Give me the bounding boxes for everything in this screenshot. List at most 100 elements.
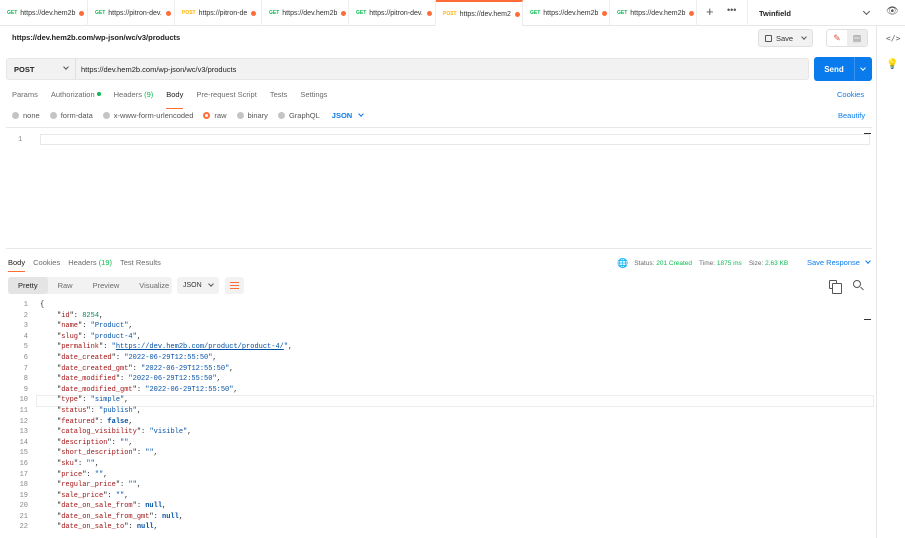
- edit-pencil-icon[interactable]: ✎: [827, 30, 847, 46]
- json-key: name: [61, 322, 79, 331]
- line-number: 19: [19, 491, 28, 500]
- wrap-lines-button[interactable]: [225, 277, 244, 294]
- send-button[interactable]: Send: [814, 57, 872, 81]
- tab-settings[interactable]: Settings: [300, 90, 327, 104]
- tab-prerequest-script[interactable]: Pre-request Script: [196, 90, 256, 104]
- json-link[interactable]: https://dev.hem2b.com/product/product-4/: [116, 343, 284, 351]
- json-value: 2022-06-29T12:55:50: [145, 364, 226, 373]
- more-tabs-icon[interactable]: •••: [727, 5, 736, 15]
- size-value[interactable]: 2.63 KB: [765, 260, 788, 267]
- tab-test-results[interactable]: Test Results: [120, 258, 161, 267]
- line-number: 8: [23, 375, 28, 384]
- size-label: Size:: [748, 260, 764, 267]
- copy-icon[interactable]: [829, 280, 842, 294]
- tab-label: https://pitron-de: [198, 9, 248, 17]
- request-body-editor[interactable]: 1: [6, 127, 872, 249]
- eye-icon[interactable]: 👁: [886, 6, 899, 17]
- url-input[interactable]: [81, 59, 801, 79]
- radio-icon: [102, 112, 110, 119]
- search-icon[interactable]: [853, 280, 861, 288]
- globe-icon[interactable]: 🌐: [617, 258, 628, 269]
- tab-method: GET: [356, 10, 367, 16]
- view-preview[interactable]: Preview: [83, 277, 130, 294]
- mode-toggle: ✎ ▤: [826, 29, 868, 47]
- status-value[interactable]: 201 Created: [656, 260, 692, 267]
- tab-label: https://dev.hem2b: [543, 9, 599, 17]
- scrollbar-marker[interactable]: [864, 319, 871, 320]
- tab-headers[interactable]: Headers (9): [114, 90, 154, 104]
- line-number: 7: [23, 364, 28, 373]
- view-raw[interactable]: Raw: [48, 277, 83, 294]
- code-line: 20 "date_on_sale_from": null,: [0, 501, 872, 512]
- request-tab[interactable]: GET https://dev.hem2b: [0, 0, 88, 26]
- comment-icon[interactable]: ▤: [847, 30, 867, 46]
- body-type-none[interactable]: none: [12, 111, 40, 120]
- json-key: id: [61, 311, 70, 320]
- request-tab[interactable]: GET https://dev.hem2b: [610, 0, 697, 26]
- tab-response-cookies[interactable]: Cookies: [33, 258, 60, 267]
- request-tab[interactable]: GET https://pitron-dev.: [349, 0, 436, 26]
- line-number: 14: [19, 438, 28, 447]
- code-snippet-icon[interactable]: </>: [886, 34, 900, 43]
- tab-response-headers[interactable]: Headers (19): [68, 258, 112, 267]
- tab-label: https://pitron-dev.: [369, 9, 423, 17]
- body-type-raw[interactable]: raw: [203, 111, 227, 120]
- body-type-urlencoded[interactable]: x-www-form-urlencoded: [102, 111, 193, 120]
- tab-label: https://pitron-dev.: [108, 9, 162, 17]
- code-line: 17 "price": "",: [0, 470, 872, 481]
- scrollbar-marker[interactable]: [864, 133, 871, 134]
- unsaved-dot-icon: [165, 10, 171, 16]
- request-tab[interactable]: POST https://pitron-de: [175, 0, 262, 26]
- time-value[interactable]: 1875 ms: [717, 260, 742, 267]
- request-tab[interactable]: GET https://pitron-dev.: [88, 0, 175, 26]
- tab-body[interactable]: Body: [166, 90, 184, 109]
- body-type-form-data[interactable]: form-data: [49, 111, 93, 120]
- unsaved-dot-icon: [689, 10, 695, 16]
- response-headers-count: (19): [98, 258, 113, 267]
- tab-response-body[interactable]: Body: [8, 258, 26, 272]
- method-select[interactable]: POST: [7, 59, 76, 79]
- response-format-select[interactable]: JSON: [177, 277, 219, 294]
- json-key: status: [61, 406, 87, 415]
- code-line: 13 "catalog_visibility": "visible",: [0, 427, 872, 438]
- tab-tests[interactable]: Tests: [270, 90, 288, 104]
- chevron-down-icon[interactable]: [860, 64, 866, 71]
- json-value: Product: [94, 322, 125, 331]
- request-tab-active[interactable]: POST https://dev.hem2: [436, 0, 523, 26]
- line-number: 3: [23, 322, 28, 331]
- save-response-label: Save Response: [807, 258, 860, 267]
- cookies-link[interactable]: Cookies: [837, 90, 864, 99]
- tab-params[interactable]: Params: [12, 90, 38, 104]
- save-button[interactable]: Save: [758, 29, 813, 47]
- request-tab[interactable]: GET https://dev.hem2b: [523, 0, 610, 26]
- lightbulb-icon[interactable]: 💡: [886, 59, 898, 70]
- body-type-binary[interactable]: binary: [236, 111, 268, 120]
- code-text: "date_modified_gmt": "2022-06-29T12:55:5…: [57, 385, 238, 394]
- line-number: 12: [19, 417, 28, 426]
- chevron-down-icon: [862, 7, 871, 16]
- json-value: visible: [153, 428, 184, 437]
- body-type-label: binary: [247, 111, 268, 120]
- unsaved-dot-icon: [251, 10, 257, 16]
- code-text: "regular_price": "",: [57, 481, 142, 490]
- new-tab-plus-icon[interactable]: +: [706, 4, 714, 19]
- code-line: 22 "date_on_sale_to": null,: [0, 522, 872, 533]
- tab-label: https://dev.hem2b: [282, 9, 338, 17]
- tab-response-headers-label: Headers: [68, 258, 97, 267]
- code-text: "featured": false,: [57, 417, 133, 426]
- request-tab[interactable]: GET https://dev.hem2b: [262, 0, 349, 26]
- view-visualize[interactable]: Visualize: [129, 277, 179, 294]
- code-text: "short_description": "",: [57, 449, 158, 458]
- json-value: 2022-06-29T12:55:50: [149, 385, 230, 394]
- chevron-down-icon[interactable]: [801, 34, 807, 40]
- response-body-viewer[interactable]: 1{2 "id": 8254, 3 "name": "Product", 4 "slug"…: [0, 300, 874, 533]
- json-key: date_on_sale_from_gmt: [61, 512, 150, 521]
- body-format-select[interactable]: JSON: [332, 111, 365, 120]
- environment-selector[interactable]: Twinfield: [747, 0, 875, 26]
- save-response-button[interactable]: Save Response: [807, 258, 871, 267]
- tab-authorization[interactable]: Authorization: [51, 90, 101, 104]
- beautify-link[interactable]: Beautify: [838, 111, 865, 120]
- body-type-graphql[interactable]: GraphQL: [277, 111, 320, 120]
- tab-headers-label: Headers: [113, 90, 142, 99]
- view-pretty[interactable]: Pretty: [8, 277, 48, 294]
